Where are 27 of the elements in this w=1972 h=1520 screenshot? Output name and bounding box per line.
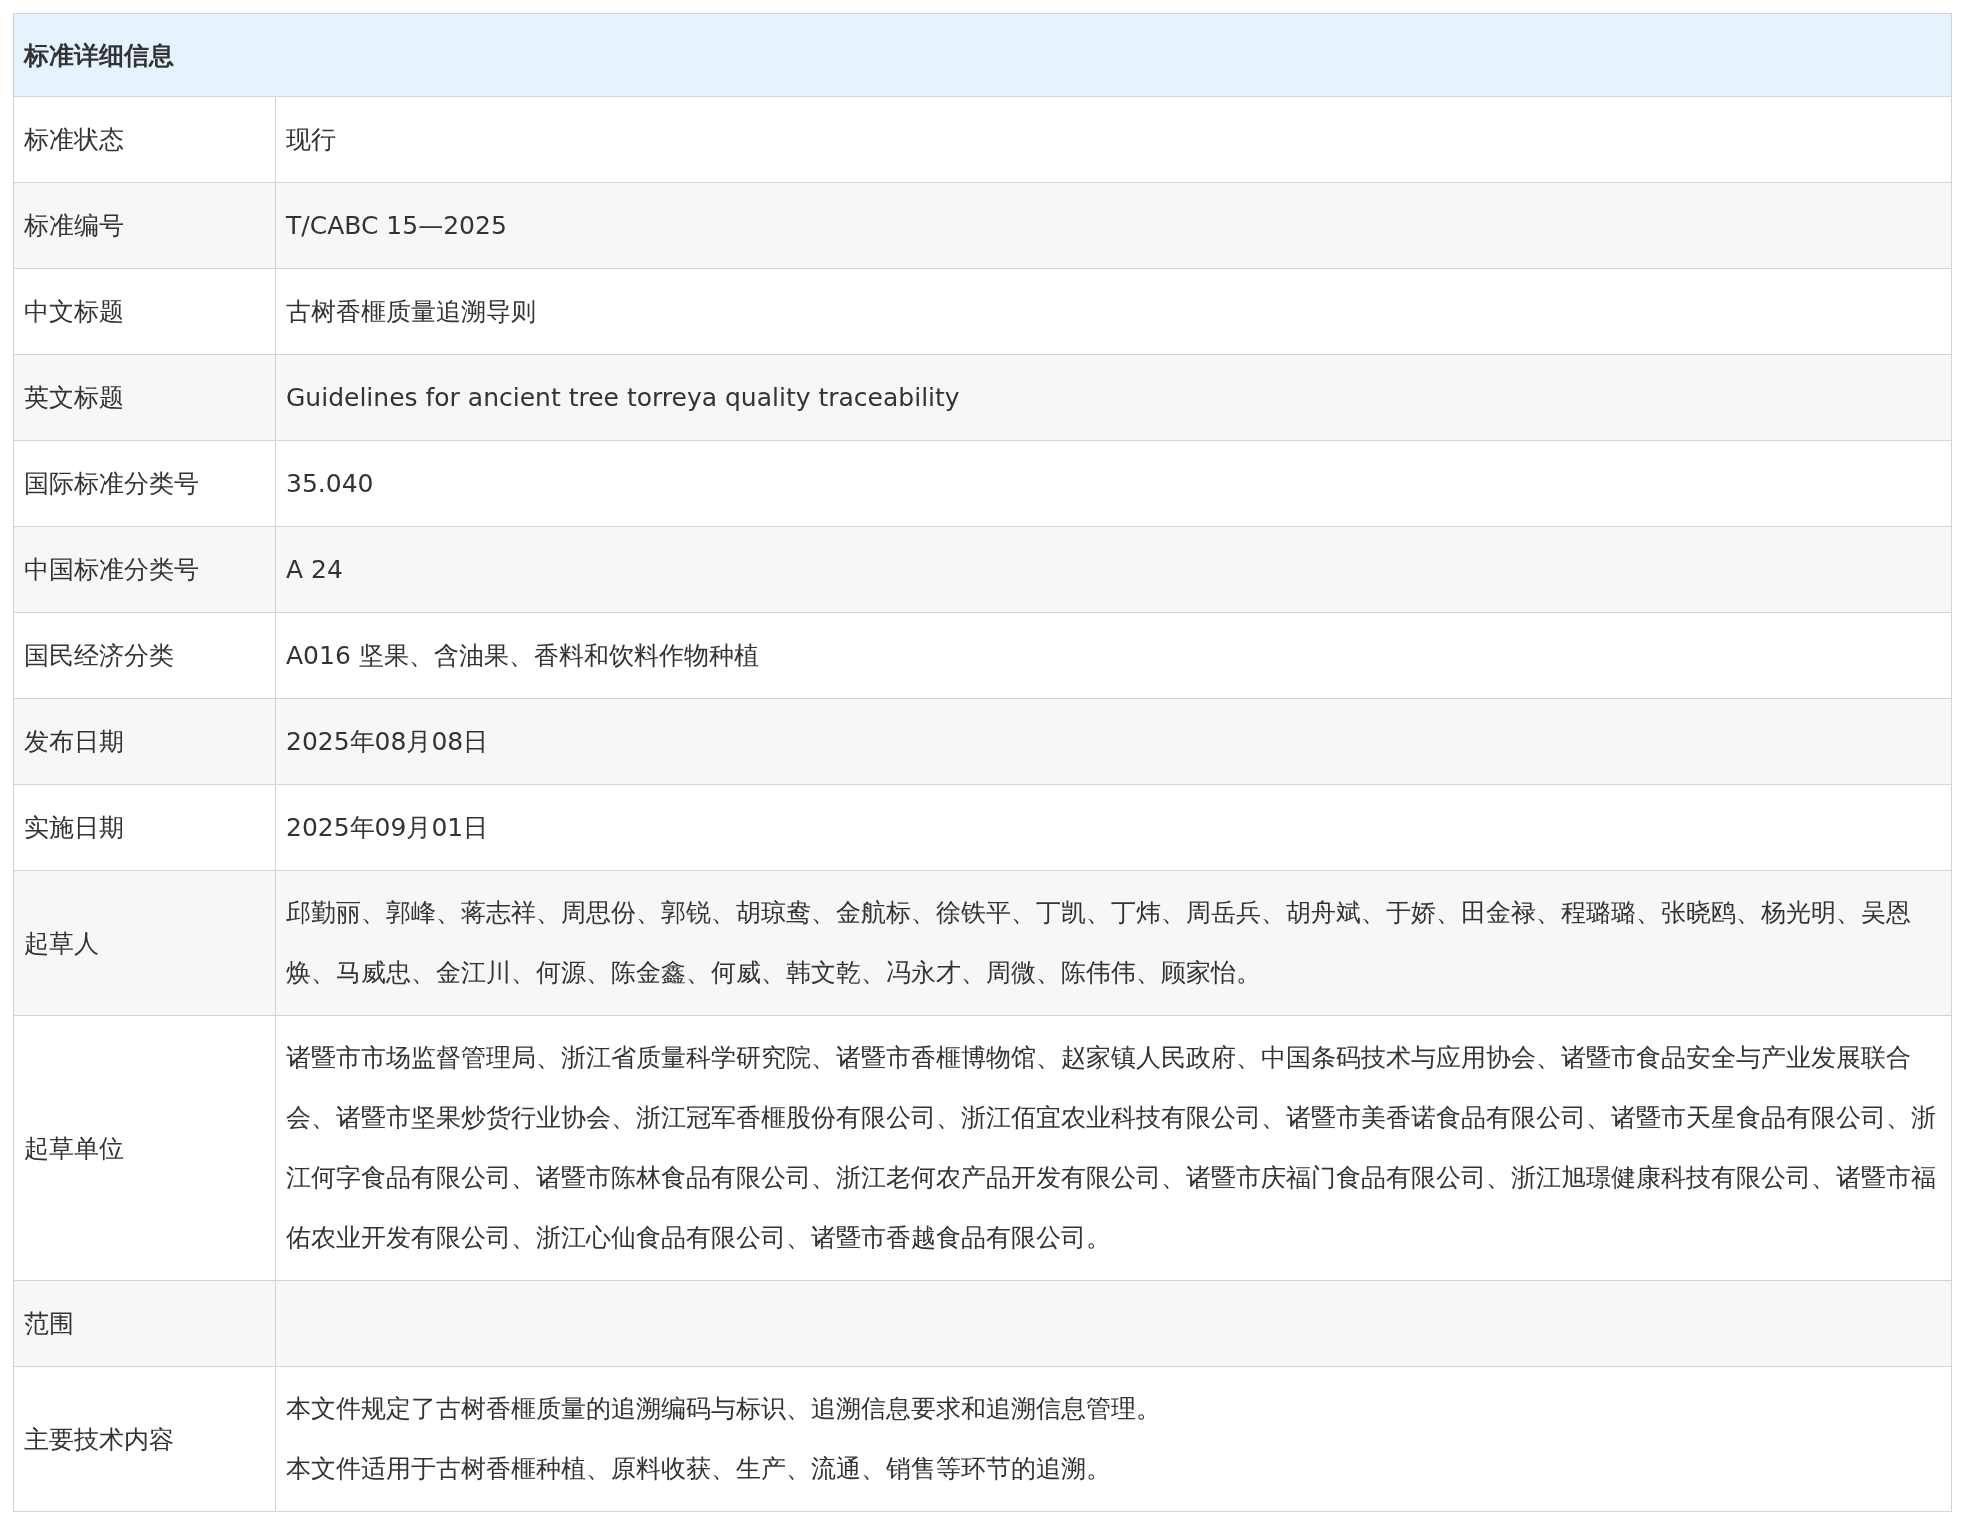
field-value: 现行 (286, 123, 337, 156)
field-value: 诸暨市市场监督管理局、浙江省质量科学研究院、诸暨市香榧博物馆、赵家镇人民政府、中国条码技术与应用协会、诸暨市食品安全与产业发展联合会、诸暨市坚果炒货行业协会、浙江冠军香榧股份有限公司、浙江佰宜农业科技有限公司、诸暨市美香诺食品有限公司、诸暨市天星食品有限公司、浙江何字食品有限公司、诸暨市陈林食品有限公司、浙江老何农产品开发有限公司、诸暨市庆福门食品有限公司、浙江旭璟健康科技有限公司、诸暨市福佑农业开发有限公司、浙江心仙食品有限公司、诸暨市香越食品有限公司。 (286, 1042, 1937, 1254)
field-label: 中文标题 (14, 269, 276, 354)
field-value: A016 坚果、含油果、香料和饮料作物种植 (286, 639, 760, 672)
field-label: 起草单位 (14, 1016, 276, 1280)
field-label: 英文标题 (14, 355, 276, 440)
field-value: 邱勤丽、郭峰、蒋志祥、周思份、郭锐、胡琼鸯、金航标、徐铁平、丁凯、丁炜、周岳兵、胡舟斌、于娇、田金禄、程璐璐、张晓鸥、杨光明、吴恩焕、马威忠、金江川、何源、陈金鑫、何威、韩文乾、冯永才、周微、陈伟伟、顾家怡。 (286, 897, 1912, 989)
field-value: 2025年09月01日 (286, 811, 490, 844)
field-label: 起草人 (14, 871, 276, 1015)
field-label: 标准编号 (14, 183, 276, 268)
field-label: 国际标准分类号 (14, 441, 276, 526)
field-label: 主要技术内容 (14, 1367, 276, 1511)
field-value: T/CABC 15—2025 (286, 209, 508, 242)
field-label: 发布日期 (14, 699, 276, 784)
field-label: 范围 (14, 1281, 276, 1366)
field-label: 中国标准分类号 (14, 527, 276, 612)
field-value: 35.040 (286, 467, 375, 500)
field-value: 2025年08月08日 (286, 725, 490, 758)
field-value: 本文件适用于古树香榧种植、原料收获、生产、流通、销售等环节的追溯。 (286, 1453, 1112, 1485)
field-label: 标准状态 (14, 97, 276, 182)
field-label: 国民经济分类 (14, 613, 276, 698)
field-label: 实施日期 (14, 785, 276, 870)
field-value: 本文件规定了古树香榧质量的追溯编码与标识、追溯信息要求和追溯信息管理。 (286, 1393, 1162, 1425)
field-value: A 24 (286, 553, 344, 586)
table-title: 标准详细信息 (24, 39, 174, 72)
field-value: Guidelines for ancient tree torreya quality traceability (286, 381, 961, 414)
field-value: 古树香榧质量追溯导则 (286, 295, 537, 328)
